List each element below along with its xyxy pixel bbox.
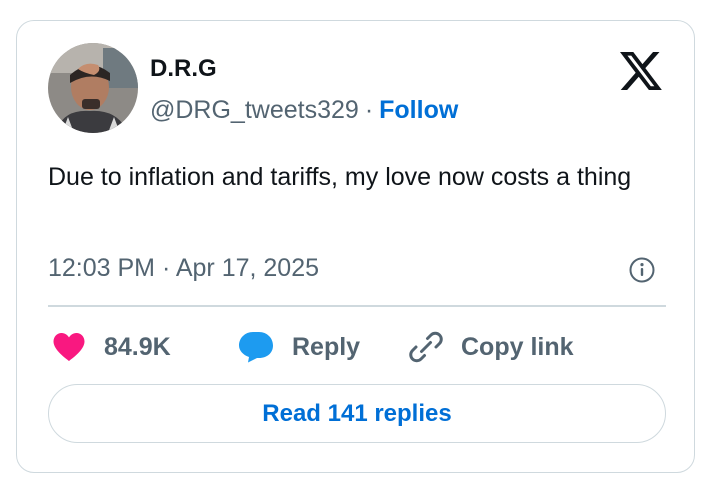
- like-count: 84.9K: [104, 333, 171, 361]
- author-handle-row: @DRG_tweets329 · Follow: [150, 94, 458, 126]
- tweet-embed-card: D.R.G @DRG_tweets329 · Follow Due to infla…: [16, 20, 695, 473]
- reply-label: Reply: [292, 333, 361, 361]
- tweet-timestamp[interactable]: 12:03 PM · Apr 17, 2025: [48, 252, 319, 284]
- divider: [48, 305, 666, 307]
- reply-button[interactable]: Reply: [238, 329, 360, 365]
- info-icon[interactable]: [629, 257, 655, 283]
- author-handle[interactable]: @DRG_tweets329: [150, 96, 359, 124]
- x-logo-icon[interactable]: [620, 52, 662, 90]
- like-button[interactable]: 84.9K: [52, 329, 171, 365]
- speech-bubble-icon: [238, 331, 274, 363]
- author-display-name[interactable]: D.R.G: [150, 54, 217, 84]
- avatar-photo: [48, 43, 138, 133]
- copy-link-button[interactable]: Copy link: [409, 329, 574, 365]
- avatar[interactable]: [48, 43, 138, 133]
- tweet-text: Due to inflation and tariffs, my love no…: [48, 163, 632, 191]
- copy-link-label: Copy link: [461, 333, 574, 361]
- heart-icon: [52, 332, 86, 362]
- read-replies-button[interactable]: Read 141 replies: [48, 384, 666, 443]
- link-icon: [409, 330, 443, 364]
- follow-button[interactable]: Follow: [379, 96, 458, 124]
- dot-separator: ·: [364, 96, 374, 124]
